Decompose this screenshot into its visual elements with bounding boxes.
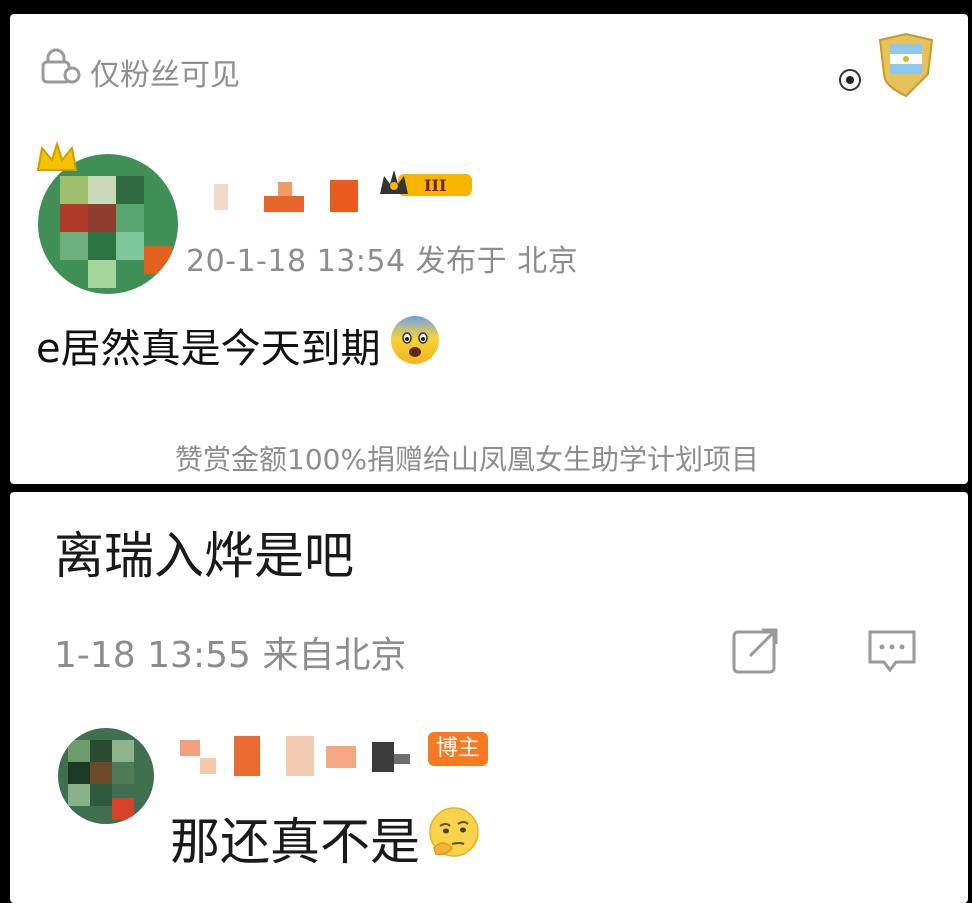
vip-level-badge: III	[376, 164, 476, 208]
reply-text: 那还真不是	[170, 813, 420, 871]
username-blurred[interactable]	[176, 732, 426, 782]
post-card: 仅粉丝可见 III 20-1-18 13:54 发布于 北京 e居然真是今天到期…	[10, 14, 968, 484]
visibility-indicator: 仅粉丝可见	[40, 48, 240, 96]
argentina-shield-badge-icon	[828, 30, 938, 100]
lock-people-icon	[40, 48, 84, 96]
post-meta: 20-1-18 13:54 发布于 北京	[186, 244, 579, 279]
host-badge: 博主	[428, 732, 489, 766]
avatar[interactable]	[58, 728, 154, 824]
crown-icon	[34, 140, 80, 178]
username-blurred[interactable]	[206, 178, 376, 218]
donation-note: 赞赏金额100%捐赠给山凤凰女生助学计划项目	[175, 443, 760, 476]
visibility-label: 仅粉丝可见	[90, 58, 240, 93]
comment-text: 离瑞入烨是吧	[54, 527, 354, 585]
share-icon[interactable]	[726, 620, 786, 680]
post-content: e居然真是今天到期	[36, 314, 441, 376]
comment-meta: 1-18 13:55 来自北京	[54, 635, 407, 676]
reply-content: 那还真不是	[170, 802, 482, 874]
post-text: e居然真是今天到期	[36, 326, 381, 372]
svg-text:III: III	[424, 176, 446, 195]
thinking-face-emoji	[426, 804, 482, 872]
comment-icon[interactable]	[862, 620, 922, 680]
comment-card: 离瑞入烨是吧 1-18 13:55 来自北京 博主 那还真不是	[10, 492, 968, 903]
fearful-face-emoji	[389, 314, 441, 376]
